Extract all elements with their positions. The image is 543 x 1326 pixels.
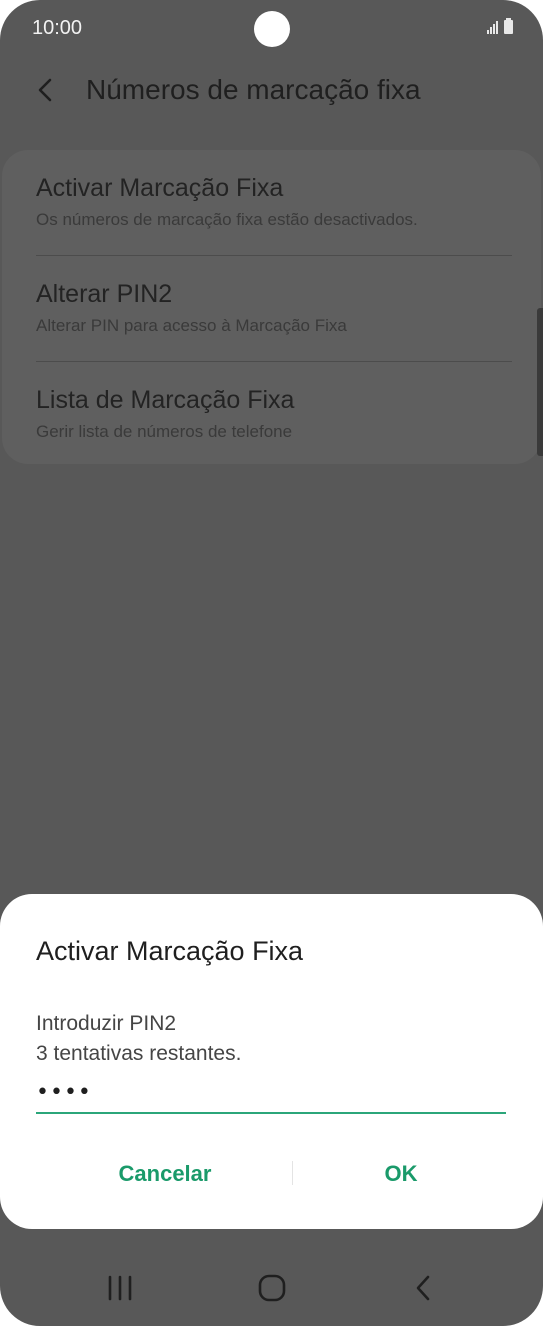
nav-back-button[interactable]: [404, 1268, 444, 1308]
status-time: 10:00: [32, 17, 83, 39]
signal-icon: [487, 20, 498, 34]
home-icon: [258, 1274, 286, 1302]
dialog-title: Activar Marcação Fixa: [36, 936, 304, 966]
page-title: Números de marcação fixa: [86, 74, 421, 105]
battery-icon: [504, 18, 513, 34]
recent-apps-button[interactable]: [100, 1268, 140, 1308]
side-edge-handle: [537, 308, 543, 456]
setting-subtitle: Gerir lista de números de telefone: [36, 422, 293, 441]
chevron-left-icon: [38, 78, 52, 102]
setting-title: Lista de Marcação Fixa: [36, 386, 295, 414]
status-icons: [487, 18, 513, 34]
setting-subtitle: Os números de marcação fixa estão desact…: [36, 210, 418, 229]
setting-title: Activar Marcação Fixa: [36, 174, 284, 202]
status-bar: 10:00: [0, 0, 543, 58]
setting-title: Alterar PIN2: [36, 280, 173, 308]
navigation-bar: [0, 1248, 543, 1326]
front-camera: [254, 11, 290, 47]
setting-subtitle: Alterar PIN para acesso à Marcação Fixa: [36, 316, 347, 335]
settings-card: Activar Marcação Fixa Os números de marc…: [2, 150, 541, 464]
home-button[interactable]: [252, 1268, 292, 1308]
setting-change-pin2[interactable]: Alterar PIN2 Alterar PIN para acesso à M…: [36, 256, 512, 362]
ok-button[interactable]: OK: [276, 1154, 526, 1194]
dialog-attempts-remaining: 3 tentativas restantes.: [36, 1042, 242, 1065]
app-header: Números de marcação fixa: [0, 62, 543, 118]
pin2-dialog: Activar Marcação Fixa Introduzir PIN2 3 …: [0, 894, 543, 1229]
cancel-button[interactable]: Cancelar: [40, 1154, 290, 1194]
dialog-message: Introduzir PIN2: [36, 1012, 177, 1035]
phone-screen: 10:00 Números de marcação fixa Activar M…: [0, 0, 543, 1326]
back-icon: [416, 1275, 430, 1301]
setting-activate-fdn[interactable]: Activar Marcação Fixa Os números de marc…: [36, 150, 512, 256]
back-button[interactable]: [30, 72, 66, 108]
setting-fdn-list[interactable]: Lista de Marcação Fixa Gerir lista de nú…: [36, 362, 512, 468]
pin2-input[interactable]: [36, 1072, 506, 1114]
recent-apps-icon: [108, 1275, 132, 1301]
